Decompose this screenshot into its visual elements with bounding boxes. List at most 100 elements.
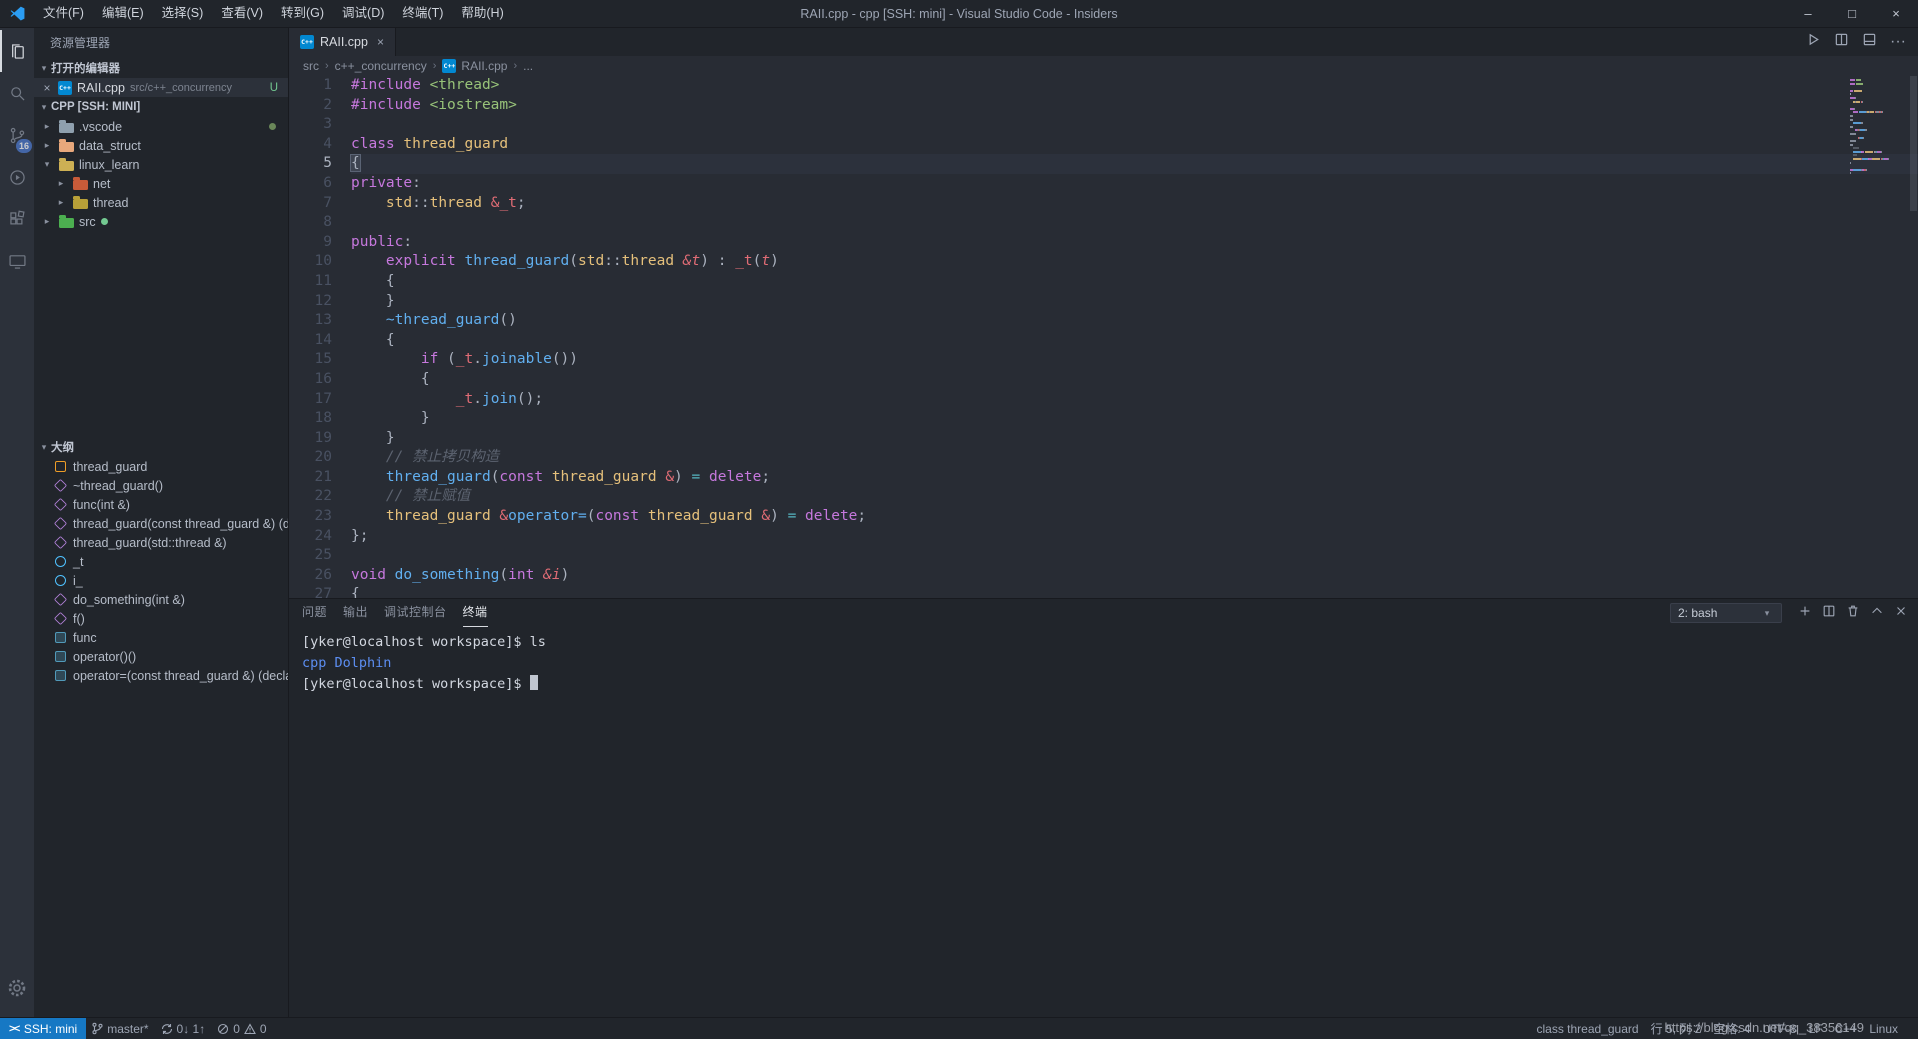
problems-item[interactable]: 0 0	[211, 1022, 272, 1036]
chevron-down-icon: ▾	[37, 102, 51, 113]
open-editors-header[interactable]: ▾ 打开的编辑器	[34, 58, 288, 78]
split-terminal-button[interactable]	[1822, 604, 1836, 623]
editor-layout-button[interactable]	[1862, 32, 1877, 52]
breadcrumb-separator: ›	[433, 60, 437, 72]
maximize-panel-button[interactable]	[1870, 604, 1884, 623]
warning-icon	[244, 1023, 256, 1035]
menu-item-0[interactable]: 文件(F)	[34, 0, 93, 27]
panel-header: 问题输出调试控制台终端 2: bash ▾	[289, 599, 1918, 627]
folder-icon	[59, 161, 74, 171]
menu-item-4[interactable]: 转到(G)	[272, 0, 333, 27]
tree-item-thread[interactable]: ▸thread	[34, 193, 288, 212]
menu-item-3[interactable]: 查看(V)	[212, 0, 272, 27]
symbol-struct-icon	[55, 651, 66, 662]
breadcrumb-item-2[interactable]: C++RAII.cpp	[442, 59, 507, 73]
source-control-badge: 16	[16, 139, 32, 153]
status-item-0[interactable]: class thread_guard	[1531, 1022, 1645, 1036]
symbol-method-icon	[54, 517, 67, 530]
tab-raii-cpp[interactable]: C++ RAII.cpp ×	[289, 28, 396, 56]
panel-tab-0[interactable]: 问题	[302, 599, 327, 627]
menu-item-6[interactable]: 终端(T)	[393, 0, 452, 27]
chevron-icon: ▸	[40, 140, 54, 151]
breadcrumb-separator: ›	[325, 60, 329, 72]
tree-item-net[interactable]: ▸net	[34, 174, 288, 193]
tree-item--vscode[interactable]: ▸.vscode	[34, 117, 288, 136]
breadcrumb-item-1[interactable]: c++_concurrency	[335, 59, 427, 73]
outline-item-5[interactable]: _t	[34, 552, 288, 571]
status-item-5[interactable]: C++	[1829, 1022, 1864, 1036]
workspace-header[interactable]: ▾ CPP [SSH: MINI]	[34, 97, 288, 117]
minimize-button[interactable]: –	[1786, 0, 1830, 27]
outline-item-4[interactable]: thread_guard(std::thread &)	[34, 533, 288, 552]
outline-item-10[interactable]: operator()()	[34, 647, 288, 666]
more-actions-button[interactable]: ···	[1890, 33, 1906, 51]
terminal-output[interactable]: [yker@localhost workspace]$ lscpp Dolphi…	[289, 627, 1918, 695]
status-item-1[interactable]: 行 5, 列 2	[1645, 1020, 1708, 1037]
run-debug-icon[interactable]	[0, 156, 34, 198]
symbol-method-icon	[54, 498, 67, 511]
code-editor[interactable]: 1234567891011121314151617181920212223242…	[289, 76, 1918, 598]
extensions-icon[interactable]	[0, 198, 34, 240]
outline-item-1[interactable]: ~thread_guard()	[34, 476, 288, 495]
cpp-file-icon: C++	[58, 81, 72, 95]
chevron-icon: ▸	[54, 197, 68, 208]
tree-item-data-struct[interactable]: ▸data_struct	[34, 136, 288, 155]
panel-tab-3[interactable]: 终端	[463, 599, 488, 627]
symbol-method-icon	[54, 612, 67, 625]
close-icon[interactable]: ×	[41, 81, 53, 95]
remote-icon: ><	[9, 1023, 19, 1035]
outline-item-2[interactable]: func(int &)	[34, 495, 288, 514]
outline-header[interactable]: ▾ 大纲	[34, 437, 288, 457]
run-button[interactable]	[1806, 32, 1821, 52]
minimap[interactable]	[1850, 79, 1906, 176]
git-branch-item[interactable]: master*	[86, 1022, 154, 1036]
window-title: RAII.cpp - cpp [SSH: mini] - Visual Stud…	[800, 7, 1117, 21]
maximize-button[interactable]: □	[1830, 0, 1874, 27]
branch-icon	[92, 1022, 103, 1035]
close-button[interactable]: ×	[1874, 0, 1918, 27]
menu-item-2[interactable]: 选择(S)	[153, 0, 213, 27]
split-editor-button[interactable]	[1834, 32, 1849, 52]
chevron-icon: ▸	[40, 121, 54, 132]
manage-gear-icon[interactable]	[0, 967, 34, 1009]
git-sync-item[interactable]: 0↓ 1↑	[155, 1022, 212, 1036]
explorer-icon[interactable]	[0, 30, 34, 72]
outline-item-7[interactable]: do_something(int &)	[34, 590, 288, 609]
folder-icon	[73, 180, 88, 190]
outline-item-11[interactable]: operator=(const thread_guard &) (declara…	[34, 666, 288, 685]
open-editor-item[interactable]: × C++ RAII.cpp src/c++_concurrency U	[34, 78, 288, 97]
outline-item-0[interactable]: thread_guard	[34, 457, 288, 476]
panel-tab-1[interactable]: 输出	[343, 599, 368, 627]
sidebar-spacer	[34, 231, 288, 437]
source-control-icon[interactable]: 16	[0, 114, 34, 156]
remote-indicator[interactable]: >< SSH: mini	[0, 1018, 86, 1039]
outline-item-9[interactable]: func	[34, 628, 288, 647]
breadcrumb-item-3[interactable]: ...	[523, 59, 533, 73]
symbol-field-icon	[55, 556, 66, 567]
outline-item-3[interactable]: thread_guard(const thread_guard &) (decl…	[34, 514, 288, 533]
outline-item-6[interactable]: i_	[34, 571, 288, 590]
breadcrumb-item-0[interactable]: src	[303, 59, 319, 73]
git-status-dot	[101, 218, 108, 225]
tree-item-linux-learn[interactable]: ▾linux_learn	[34, 155, 288, 174]
symbol-method-icon	[54, 536, 67, 549]
tree-item-src[interactable]: ▸src	[34, 212, 288, 231]
terminal-shell-select[interactable]: 2: bash ▾	[1670, 603, 1782, 623]
status-item-6[interactable]: Linux	[1863, 1022, 1904, 1036]
search-icon[interactable]	[0, 72, 34, 114]
panel-tab-2[interactable]: 调试控制台	[384, 599, 447, 627]
menu-item-5[interactable]: 调试(D)	[333, 0, 393, 27]
tab-close-icon[interactable]: ×	[377, 35, 384, 49]
outline-item-8[interactable]: f()	[34, 609, 288, 628]
menu-item-1[interactable]: 编辑(E)	[93, 0, 153, 27]
remote-explorer-icon[interactable]	[0, 240, 34, 282]
editor-scrollbar[interactable]	[1909, 76, 1918, 598]
kill-terminal-button[interactable]	[1846, 604, 1860, 623]
status-item-3[interactable]: UTF-8	[1757, 1022, 1803, 1036]
menu-item-7[interactable]: 帮助(H)	[452, 0, 512, 27]
new-terminal-button[interactable]	[1798, 604, 1812, 623]
status-item-4[interactable]: LF	[1803, 1022, 1829, 1036]
symbol-struct-icon	[55, 632, 66, 643]
status-item-2[interactable]: 空格: 4	[1707, 1020, 1756, 1037]
close-panel-button[interactable]	[1894, 604, 1908, 623]
